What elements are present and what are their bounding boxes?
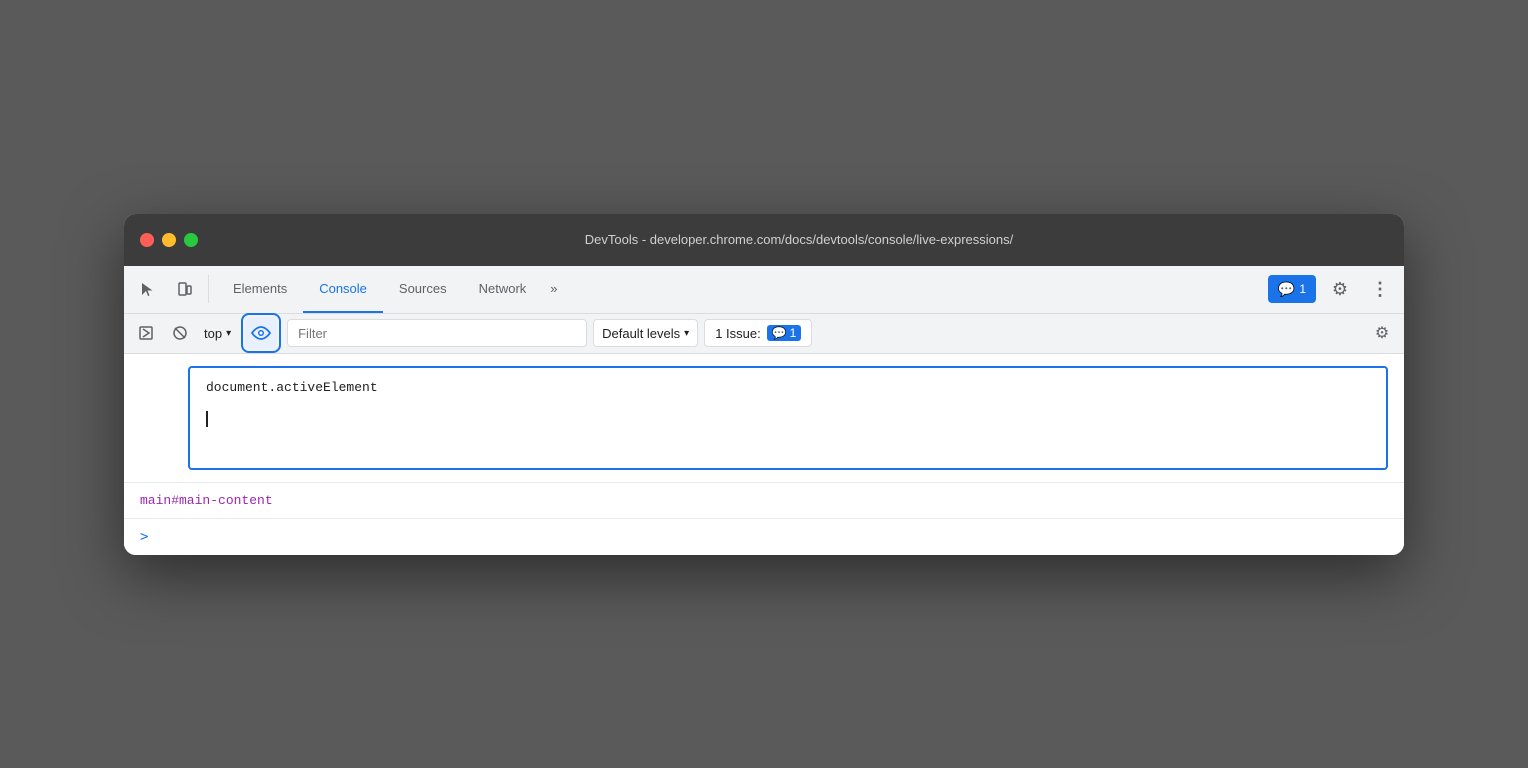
more-options-button[interactable]: ⋮	[1364, 273, 1396, 305]
console-settings-button[interactable]: ⚙	[1368, 319, 1396, 347]
live-expression-box[interactable]: document.activeElement	[188, 366, 1388, 470]
maximize-button[interactable]	[184, 233, 198, 247]
run-script-button[interactable]	[132, 319, 160, 347]
chevron-down-icon: ▾	[226, 328, 231, 339]
chat-icon: 💬	[772, 326, 787, 340]
log-levels-button[interactable]: Default levels ▾	[593, 319, 698, 347]
toolbar-divider	[208, 275, 209, 303]
filter-input[interactable]	[287, 319, 587, 347]
chat-icon: 💬	[1278, 281, 1295, 298]
tab-list: Elements Console Sources Network »	[217, 266, 566, 313]
inspect-element-button[interactable]	[132, 273, 164, 305]
issues-badge-button[interactable]: 💬 1	[1268, 275, 1316, 303]
title-bar: DevTools - developer.chrome.com/docs/dev…	[124, 214, 1404, 266]
console-toolbar: top ▾ Default levels ▾ 1	[124, 314, 1404, 354]
live-expression-container: × document.activeElement	[124, 354, 1404, 482]
context-selector[interactable]: top ▾	[200, 324, 235, 343]
device-toolbar-button[interactable]	[168, 273, 200, 305]
text-cursor	[206, 411, 208, 427]
context-label: top	[204, 326, 222, 341]
live-expression-editor[interactable]: document.activeElement	[190, 368, 1386, 468]
clear-console-button[interactable]	[166, 319, 194, 347]
tab-sources[interactable]: Sources	[383, 266, 463, 313]
settings-button[interactable]: ⚙	[1324, 273, 1356, 305]
live-expression-button-wrapper	[241, 313, 281, 353]
prompt-chevron: >	[140, 529, 148, 545]
console-content: × document.activeElement main#main-conte…	[124, 354, 1404, 555]
live-expression-button[interactable]	[245, 317, 277, 349]
issues-badge: 💬 1	[767, 325, 802, 341]
devtools-window: DevTools - developer.chrome.com/docs/dev…	[124, 214, 1404, 555]
devtools-panel: Elements Console Sources Network » 💬	[124, 266, 1404, 555]
top-toolbar: Elements Console Sources Network » 💬	[124, 266, 1404, 314]
chevron-down-icon: ▾	[684, 328, 689, 339]
toolbar-right: 💬 1 ⚙ ⋮	[1268, 273, 1396, 305]
tab-more[interactable]: »	[542, 266, 565, 313]
issues-count-button[interactable]: 1 Issue: 💬 1	[704, 319, 812, 347]
expression-result: main#main-content	[140, 493, 273, 508]
close-button[interactable]	[140, 233, 154, 247]
tab-console[interactable]: Console	[303, 266, 383, 313]
expression-result-row: main#main-content	[124, 482, 1404, 518]
minimize-button[interactable]	[162, 233, 176, 247]
expression-line1: document.activeElement	[206, 380, 1370, 395]
console-prompt-row[interactable]: >	[124, 518, 1404, 555]
window-title: DevTools - developer.chrome.com/docs/dev…	[210, 232, 1388, 247]
traffic-lights	[140, 233, 198, 247]
cursor-line	[206, 411, 1370, 427]
tab-elements[interactable]: Elements	[217, 266, 303, 313]
tab-network[interactable]: Network	[463, 266, 543, 313]
